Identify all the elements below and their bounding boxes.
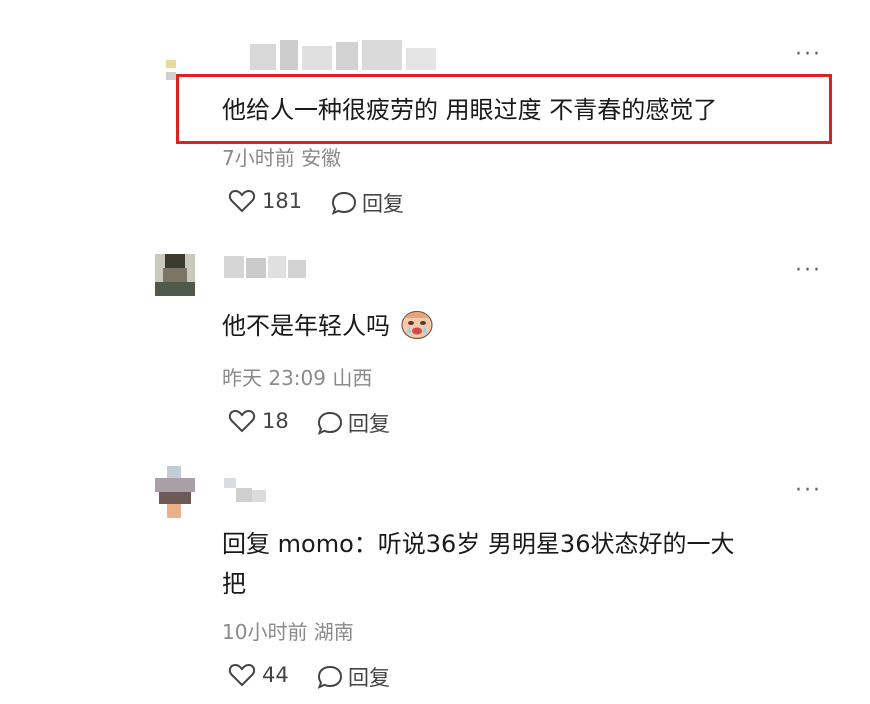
speech-bubble-icon bbox=[316, 664, 344, 690]
reply-label: 回复 bbox=[348, 412, 390, 436]
comment-text-line-1: 回复 momo：听说36岁 男明星36状态好的一大 bbox=[222, 530, 735, 558]
comment-text: 他给人一种很疲劳的 用眼过度 不青春的感觉了 bbox=[222, 96, 718, 124]
reply-button[interactable]: 回复 bbox=[316, 662, 390, 692]
like-count: 181 bbox=[262, 189, 303, 213]
like-count: 44 bbox=[262, 663, 289, 687]
speech-bubble-icon bbox=[316, 410, 344, 436]
comment-text-content: 他不是年轻人吗 bbox=[222, 312, 390, 340]
more-options-icon[interactable]: ··· bbox=[795, 44, 822, 66]
heart-outline-icon bbox=[228, 408, 256, 434]
comment-text: 他不是年轻人吗 bbox=[222, 306, 434, 346]
reply-button[interactable]: 回复 bbox=[330, 188, 404, 218]
reply-label: 回复 bbox=[348, 666, 390, 690]
more-options-icon[interactable]: ··· bbox=[795, 480, 822, 502]
reply-label: 回复 bbox=[362, 192, 404, 216]
crying-face-emoji-icon bbox=[400, 308, 434, 346]
comment-meta: 7小时前 安徽 bbox=[222, 146, 342, 170]
like-button[interactable]: 181 bbox=[228, 188, 302, 214]
username-blurred[interactable] bbox=[250, 40, 440, 70]
heart-outline-icon bbox=[228, 662, 256, 688]
comment-text-line-2: 把 bbox=[222, 570, 246, 598]
reply-button[interactable]: 回复 bbox=[316, 408, 390, 438]
speech-bubble-icon bbox=[330, 190, 358, 216]
username-blurred[interactable] bbox=[224, 256, 308, 278]
avatar[interactable] bbox=[155, 466, 195, 518]
comment-meta: 昨天 23:09 山西 bbox=[222, 366, 373, 390]
like-button[interactable]: 18 bbox=[228, 408, 289, 434]
avatar[interactable] bbox=[155, 254, 195, 296]
comment-meta: 10小时前 湖南 bbox=[222, 620, 354, 644]
like-button[interactable]: 44 bbox=[228, 662, 289, 688]
more-options-icon[interactable]: ··· bbox=[795, 260, 822, 282]
username-blurred[interactable] bbox=[224, 478, 268, 502]
heart-outline-icon bbox=[228, 188, 256, 214]
like-count: 18 bbox=[262, 409, 289, 433]
